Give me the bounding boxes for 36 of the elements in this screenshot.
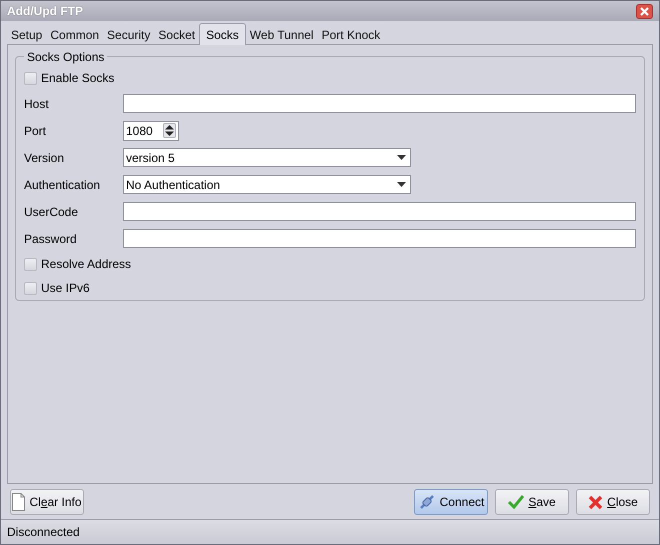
tab[interactable]: Setup bbox=[7, 25, 46, 44]
save-button[interactable]: Save bbox=[495, 489, 569, 515]
plug-icon bbox=[418, 493, 436, 511]
close-icon bbox=[588, 494, 604, 510]
input-field[interactable] bbox=[123, 229, 636, 248]
checkbox[interactable]: Enable Socks bbox=[24, 69, 114, 87]
status-text: Disconnected bbox=[7, 524, 80, 541]
tab[interactable]: Socks bbox=[199, 23, 246, 45]
document-icon bbox=[12, 493, 26, 511]
tab[interactable]: Common bbox=[46, 25, 104, 44]
window-title: Add/Upd FTP bbox=[7, 3, 83, 20]
field-label: Port bbox=[24, 122, 48, 140]
dropdown-arrow-icon bbox=[397, 155, 406, 160]
tab[interactable]: Socket bbox=[154, 25, 200, 44]
dropdown[interactable]: version 5 bbox=[123, 148, 411, 167]
tab[interactable]: Port Knock bbox=[318, 25, 384, 44]
input-field[interactable] bbox=[123, 94, 636, 113]
checkbox[interactable]: Use IPv6 bbox=[24, 279, 90, 297]
close-icon[interactable] bbox=[636, 4, 653, 18]
check-icon bbox=[508, 495, 524, 509]
dropdown-arrow-icon bbox=[397, 182, 406, 187]
field-label: UserCode bbox=[24, 204, 80, 220]
input-field[interactable] bbox=[123, 202, 636, 221]
spin-field[interactable]: 1080 bbox=[123, 120, 179, 140]
tab[interactable]: Security bbox=[103, 25, 154, 44]
clear-info-button[interactable]: Clear Info bbox=[10, 489, 84, 515]
checkbox[interactable]: Resolve Address bbox=[24, 255, 132, 273]
spin-arrows-icon[interactable] bbox=[163, 123, 176, 138]
tab[interactable]: Web Tunnel bbox=[246, 25, 318, 44]
dropdown[interactable]: No Authentication bbox=[123, 175, 411, 194]
connect-button[interactable]: Connect bbox=[414, 489, 488, 515]
field-label: Authentication bbox=[24, 176, 102, 194]
field-label: Host bbox=[24, 96, 50, 112]
close-button[interactable]: Close bbox=[576, 489, 650, 515]
field-label: Version bbox=[24, 150, 66, 166]
field-label: Password bbox=[24, 230, 78, 248]
